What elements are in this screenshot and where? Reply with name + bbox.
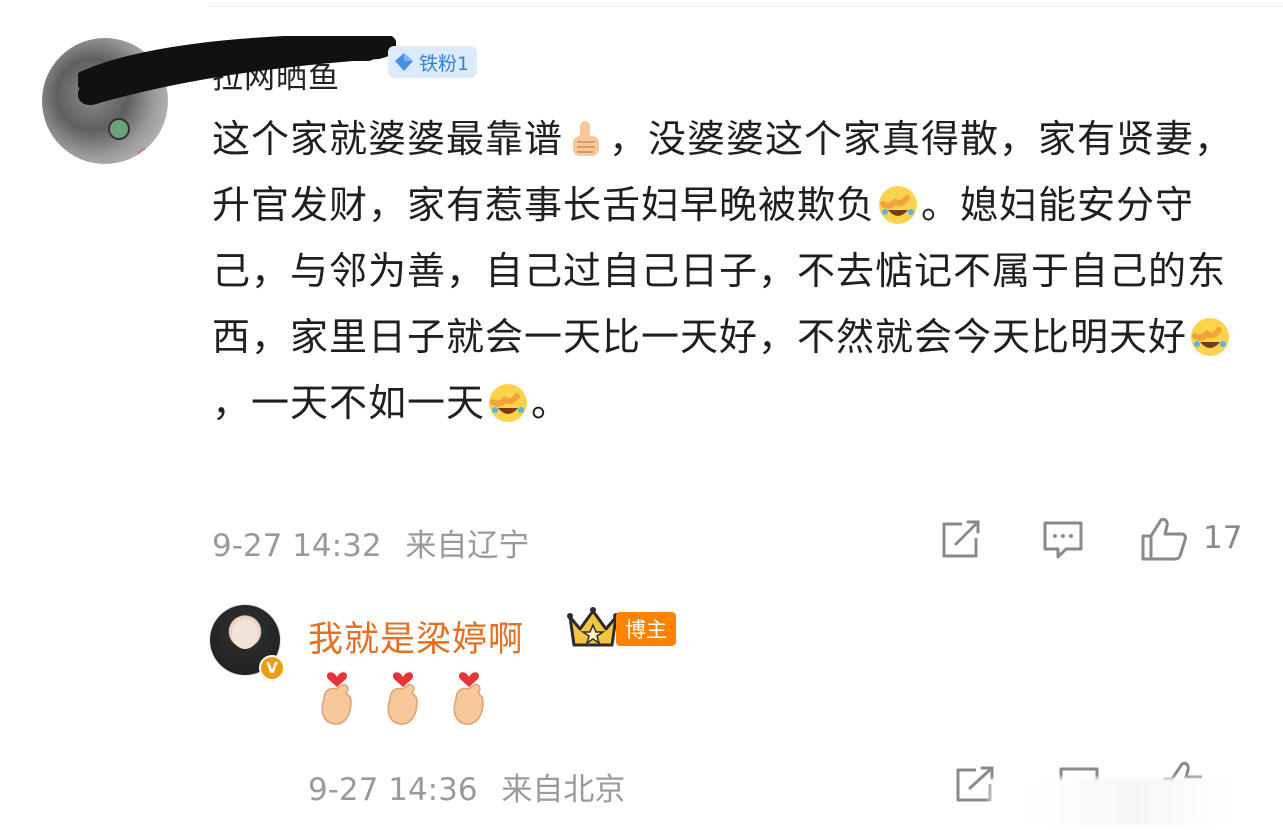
avatar-cat-nose xyxy=(137,148,153,160)
fan-badge: 铁粉1 xyxy=(388,46,478,78)
top-divider xyxy=(210,6,1283,7)
comment-text-part5: 。 xyxy=(531,381,571,425)
comment-date: 9-27 14:32 xyxy=(212,528,382,564)
comment-text: 这个家就婆婆最靠谱 ，没婆婆这个家真得散，家有贤妻，升官发财，家有惹事长舌妇早晚… xyxy=(212,106,1252,436)
comment-text-part1: 这个家就婆婆最靠谱 xyxy=(212,117,564,161)
reply-location: 来自北京 xyxy=(501,772,626,808)
reply-date: 9-27 14:36 xyxy=(308,772,478,808)
comment-text-part4: ，一天不如一天 xyxy=(212,381,486,425)
diamond-icon xyxy=(395,53,413,71)
comment-icon[interactable] xyxy=(1042,520,1084,560)
like-icon[interactable] xyxy=(1140,516,1188,562)
avatar-face xyxy=(232,619,258,649)
fan-badge-label: 铁粉1 xyxy=(419,52,470,75)
crown-icon xyxy=(567,607,619,647)
avatar-cat-eye xyxy=(108,118,130,140)
reply-content xyxy=(314,667,492,729)
facepalm-laughing-emoji xyxy=(489,384,528,422)
verified-badge: V xyxy=(259,655,285,681)
reply-meta: 9-27 14:36 来自北京 xyxy=(308,764,625,809)
finger-heart-emoji xyxy=(453,672,484,725)
replier-username[interactable]: 我就是梁婷啊 xyxy=(308,611,524,662)
like-count: 17 xyxy=(1203,520,1243,556)
facepalm-laughing-emoji xyxy=(879,186,918,224)
blurred-watermark xyxy=(988,778,1278,826)
blogger-badge: 博主 xyxy=(616,612,676,646)
redaction-scribble xyxy=(78,36,396,105)
facepalm-laughing-emoji xyxy=(1191,318,1230,356)
finger-heart-emoji xyxy=(387,672,418,725)
comment-meta: 9-27 14:32 来自辽宁 xyxy=(212,520,529,565)
share-icon[interactable] xyxy=(940,520,982,560)
finger-heart-emoji xyxy=(321,672,352,725)
comment-location: 来自辽宁 xyxy=(405,528,530,564)
thumbs-up-emoji xyxy=(573,121,600,156)
